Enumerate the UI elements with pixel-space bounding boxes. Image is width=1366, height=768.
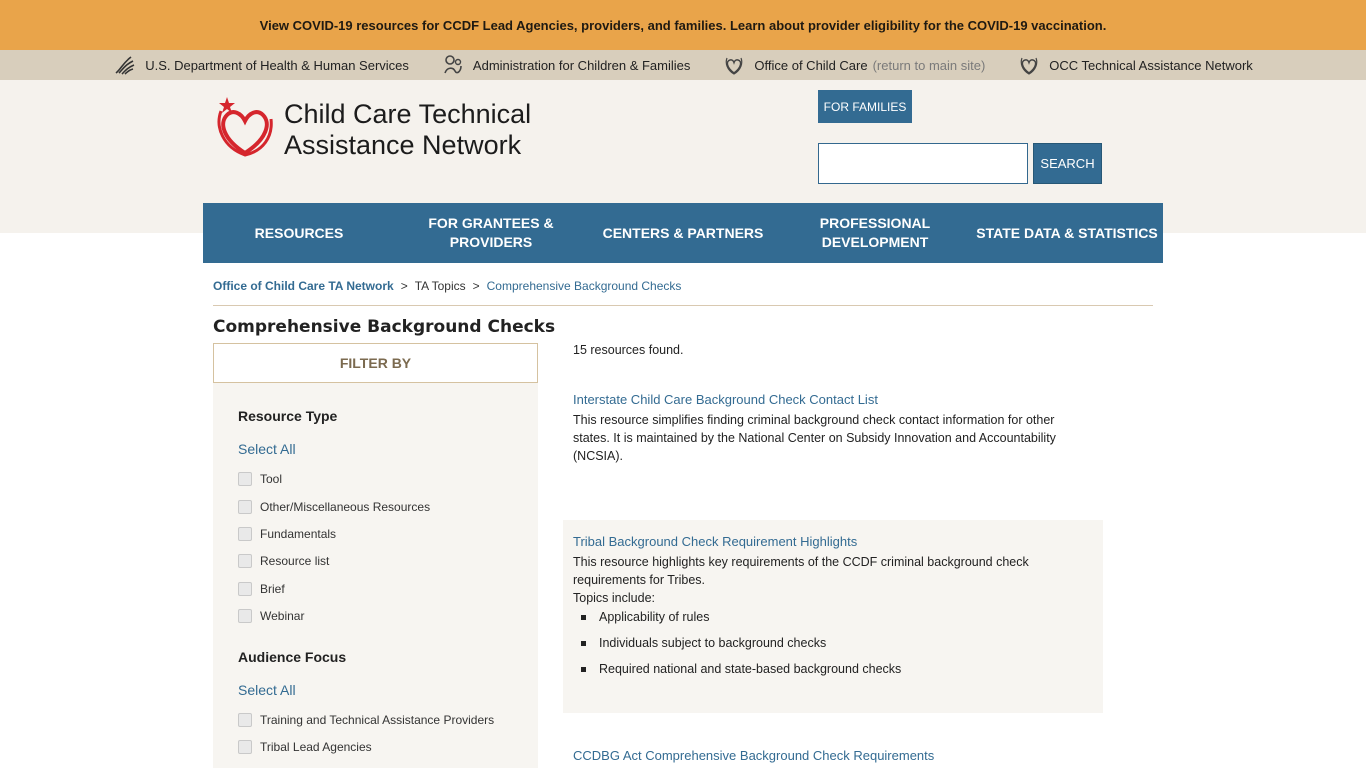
filter-option-label: Other/Miscellaneous Resources — [260, 500, 431, 514]
checkbox[interactable] — [238, 554, 252, 568]
breadcrumb-link-home[interactable]: Office of Child Care TA Network — [213, 279, 394, 293]
result-title-link[interactable]: Interstate Child Care Background Check C… — [573, 391, 1093, 408]
result-topics-label: Topics include: — [573, 591, 655, 605]
list-item: Individuals subject to background checks — [581, 634, 1093, 652]
logo-line-1: Child Care Technical — [284, 99, 532, 129]
nav-resources[interactable]: RESOURCES — [203, 203, 395, 263]
site-logo[interactable]: Child Care Technical Assistance Network — [213, 93, 531, 161]
filter-option-tta-providers[interactable]: Training and Technical Assistance Provid… — [238, 713, 494, 727]
checkbox[interactable] — [238, 582, 252, 596]
filter-option-label: Resource list — [260, 554, 330, 568]
agency-bar: U.S. Department of Health & Human Servic… — [0, 50, 1366, 80]
filter-option-fundamentals[interactable]: Fundamentals — [238, 527, 336, 541]
select-all-audience-focus[interactable]: Select All — [238, 682, 296, 698]
checkbox[interactable] — [238, 472, 252, 486]
nav-professional-development[interactable]: PROFESSIONAL DEVELOPMENT — [779, 203, 971, 263]
for-families-button[interactable]: FOR FAMILIES — [818, 90, 912, 123]
result-description: This resource simplifies finding crimina… — [573, 413, 1056, 463]
logo-line-2: Assistance Network — [284, 130, 522, 160]
filter-option-label: Webinar — [260, 609, 305, 623]
main-nav: RESOURCES FOR GRANTEES & PROVIDERS CENTE… — [203, 203, 1163, 263]
search-input[interactable] — [818, 143, 1028, 184]
result-title-link[interactable]: CCDBG Act Comprehensive Background Check… — [573, 747, 1093, 764]
result-item: Interstate Child Care Background Check C… — [563, 391, 1103, 465]
covid-banner-text[interactable]: View COVID-19 resources for CCDF Lead Ag… — [260, 18, 1107, 33]
filter-group-title-resource-type: Resource Type — [238, 408, 338, 424]
list-item: Applicability of rules — [581, 608, 1093, 626]
nav-centers-partners[interactable]: CENTERS & PARTNERS — [587, 203, 779, 263]
results-count: 15 resources found. — [573, 343, 684, 357]
agency-link-occ-ta[interactable]: OCC Technical Assistance Network — [1017, 53, 1253, 77]
filter-group-title-audience-focus: Audience Focus — [238, 649, 347, 665]
breadcrumb-current: Comprehensive Background Checks — [486, 279, 682, 293]
filter-option-label: Tribal Lead Agencies — [260, 740, 372, 754]
list-item: Required national and state-based backgr… — [581, 660, 1093, 678]
filter-option-brief[interactable]: Brief — [238, 582, 285, 596]
occ-heart-icon — [1017, 53, 1041, 77]
filter-option-label: Brief — [260, 582, 285, 596]
agency-label-occ-suffix: (return to main site) — [872, 57, 986, 73]
agency-link-acf[interactable]: Administration for Children & Families — [441, 53, 690, 77]
heart-logo-icon — [217, 97, 273, 157]
occ-heart-icon — [722, 53, 746, 77]
checkbox[interactable] — [238, 713, 252, 727]
covid-banner[interactable]: View COVID-19 resources for CCDF Lead Ag… — [0, 0, 1366, 50]
checkbox[interactable] — [238, 527, 252, 541]
filter-option-label: Fundamentals — [260, 527, 337, 541]
result-item: CCDBG Act Comprehensive Background Check… — [563, 747, 1103, 764]
filter-option-tribal-lead-agencies[interactable]: Tribal Lead Agencies — [238, 740, 372, 754]
result-topics-list: Applicability of rules Individuals subje… — [573, 608, 1093, 678]
hhs-eagle-icon — [113, 53, 137, 77]
select-all-resource-type[interactable]: Select All — [238, 441, 296, 457]
breadcrumb: Office of Child Care TA Network > TA Top… — [213, 279, 681, 293]
breadcrumb-separator: > — [472, 279, 480, 293]
search-button[interactable]: SEARCH — [1033, 143, 1102, 184]
filter-by-header[interactable]: FILTER BY — [213, 343, 538, 383]
nav-state-data-statistics[interactable]: STATE DATA & STATISTICS — [971, 203, 1163, 263]
agency-label-hhs: U.S. Department of Health & Human Servic… — [145, 57, 409, 73]
nav-grantees-providers[interactable]: FOR GRANTEES & PROVIDERS — [395, 203, 587, 263]
agency-link-hhs[interactable]: U.S. Department of Health & Human Servic… — [113, 53, 409, 77]
agency-label-acf: Administration for Children & Families — [472, 57, 691, 73]
result-title-link[interactable]: Tribal Background Check Requirement High… — [573, 533, 1093, 550]
filter-option-label: Tool — [260, 472, 283, 486]
breadcrumb-link-ta-topics[interactable]: TA Topics — [415, 279, 466, 293]
filter-option-label: Training and Technical Assistance Provid… — [260, 713, 495, 727]
result-description: This resource highlights key requirement… — [573, 555, 1029, 587]
filter-option-webinar[interactable]: Webinar — [238, 609, 304, 623]
checkbox[interactable] — [238, 609, 252, 623]
agency-label-occ-ta: OCC Technical Assistance Network — [1049, 57, 1253, 73]
checkbox[interactable] — [238, 740, 252, 754]
agency-link-occ[interactable]: Office of Child Care (return to main sit… — [722, 53, 985, 77]
agency-label-occ: Office of Child Care — [754, 57, 868, 73]
breadcrumb-divider — [213, 305, 1153, 306]
acf-icon — [441, 53, 465, 77]
logo-text: Child Care Technical Assistance Network — [284, 99, 531, 161]
breadcrumb-separator: > — [400, 279, 408, 293]
filter-panel: Resource Type Select All Tool Other/Misc… — [213, 383, 538, 768]
page-title: Comprehensive Background Checks — [213, 317, 556, 337]
filter-option-other-misc[interactable]: Other/Miscellaneous Resources — [238, 500, 430, 514]
result-item: Tribal Background Check Requirement High… — [563, 520, 1103, 713]
filter-option-tool[interactable]: Tool — [238, 472, 282, 486]
filter-option-resource-list[interactable]: Resource list — [238, 554, 329, 568]
checkbox[interactable] — [238, 500, 252, 514]
